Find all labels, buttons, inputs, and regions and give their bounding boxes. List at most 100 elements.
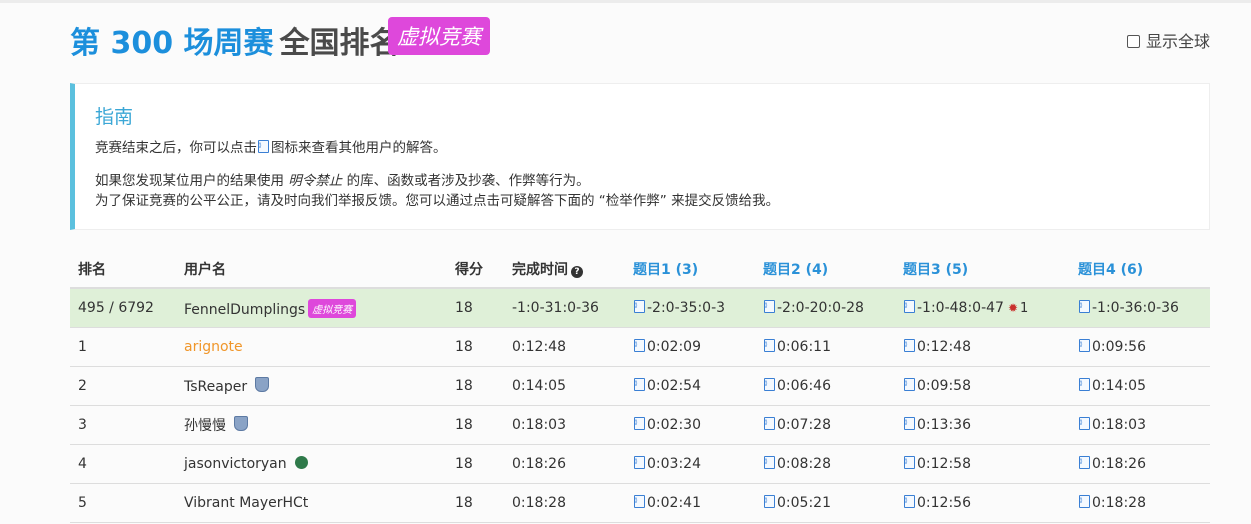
table-row: 2 TsReaper 18 0:14:05 0:02:54 0:06:46 0:…: [70, 366, 1210, 406]
username-link[interactable]: TsReaper: [184, 379, 247, 395]
q3-time: -1:0-48:0-47: [917, 300, 1004, 316]
q4-time: 0:18:28: [1092, 495, 1146, 511]
code-icon[interactable]: [764, 378, 775, 391]
col-q3[interactable]: 题目3 (5): [895, 250, 1070, 289]
q3-cell: 0:09:58: [895, 366, 1070, 406]
username-cell: 孙慢慢: [176, 405, 447, 445]
rank-title: 全国排名: [279, 26, 400, 61]
code-icon[interactable]: [1079, 417, 1090, 430]
bug-icon: ✹: [1007, 301, 1019, 315]
q2-cell: 0:05:21: [755, 483, 895, 523]
col-username: 用户名: [176, 250, 447, 289]
rank-cell: 1: [70, 327, 176, 367]
show-global-toggle[interactable]: 显示全球: [1126, 28, 1210, 52]
q1-cell: 0:03:24: [625, 444, 755, 484]
q2-time: 0:06:11: [777, 339, 831, 355]
q4-time: 0:18:03: [1092, 417, 1146, 433]
shield-icon: [255, 377, 270, 392]
code-icon[interactable]: [764, 495, 775, 508]
code-icon[interactable]: [764, 417, 775, 430]
code-icon[interactable]: [764, 339, 775, 352]
code-icon[interactable]: [764, 300, 775, 313]
col-q4[interactable]: 题目4 (6): [1070, 250, 1210, 289]
guide-paragraph-2: 如果您发现某位用户的结果使用 明令禁止 的库、函数或者涉及抄袭、作弊等行为。 为…: [95, 171, 779, 211]
page-title: 第 300 场周赛 全国排名: [70, 18, 400, 62]
code-icon[interactable]: [904, 300, 915, 313]
contest-title-link[interactable]: 第 300 场周赛: [70, 26, 274, 61]
q1-time: 0:02:41: [647, 495, 701, 511]
col-rank: 排名: [70, 250, 176, 289]
code-icon[interactable]: [1079, 495, 1090, 508]
q4-time: -1:0-36:0-36: [1092, 300, 1179, 316]
q4-cell: 0:18:28: [1070, 483, 1210, 523]
q2-time: 0:07:28: [777, 417, 831, 433]
username-link[interactable]: jasonvictoryan: [184, 456, 287, 472]
ranking-table-container: 排名 用户名 得分 完成时间? 题目1 (3) 题目2 (4) 题目3 (5) …: [70, 250, 1210, 523]
finish-time-cell: -1:0-31:0-36: [504, 288, 625, 328]
code-icon[interactable]: [904, 417, 915, 430]
finish-time-cell: 0:18:26: [504, 444, 625, 484]
score-cell: 18: [447, 483, 504, 523]
finish-time-cell: 0:18:03: [504, 405, 625, 445]
guide-text: 如果您发现某位用户的结果使用: [95, 173, 289, 189]
guide-panel: 指南 竞赛结束之后，你可以点击图标来查看其他用户的解答。 如果您发现某位用户的结…: [70, 83, 1210, 230]
ranking-table: 排名 用户名 得分 完成时间? 题目1 (3) 题目2 (4) 题目3 (5) …: [70, 250, 1210, 523]
table-row: 5 Vibrant MayerHCt 18 0:18:28 0:02:41 0:…: [70, 483, 1210, 523]
code-icon[interactable]: [764, 456, 775, 469]
q1-time: -2:0-35:0-3: [647, 300, 726, 316]
q3-time: 0:12:56: [917, 495, 971, 511]
col-q1[interactable]: 题目1 (3): [625, 250, 755, 289]
q1-time: 0:03:24: [647, 456, 701, 472]
username-cell: TsReaper: [176, 366, 447, 406]
leetcode-badge-icon: [294, 456, 308, 469]
guide-text: 为了保证竞赛的公平公正，请及时向我们举报反馈。您可以通过点击可疑解答下面的 “检…: [95, 193, 780, 209]
q2-cell: 0:07:28: [755, 405, 895, 445]
code-icon[interactable]: [1079, 300, 1090, 313]
finish-time-cell: 0:18:28: [504, 483, 625, 523]
username-link[interactable]: FennelDumplings: [184, 302, 305, 318]
q4-cell: 0:18:03: [1070, 405, 1210, 445]
page-header: 第 300 场周赛 全国排名 虚拟竞赛 显示全球: [70, 16, 1210, 62]
code-icon[interactable]: [904, 378, 915, 391]
code-icon[interactable]: [634, 456, 645, 469]
q1-cell: -2:0-35:0-3: [625, 288, 755, 328]
username-link[interactable]: 孙慢慢: [184, 418, 226, 434]
q4-time: 0:14:05: [1092, 378, 1146, 394]
username-link[interactable]: arignote: [184, 339, 243, 355]
q4-cell: 0:09:56: [1070, 327, 1210, 367]
username-cell: Vibrant MayerHCt: [176, 483, 447, 523]
code-icon[interactable]: [904, 495, 915, 508]
code-icon[interactable]: [634, 300, 645, 313]
q1-cell: 0:02:30: [625, 405, 755, 445]
virtual-contest-badge: 虚拟竞赛: [388, 17, 490, 55]
score-cell: 18: [447, 327, 504, 367]
code-icon[interactable]: [1079, 456, 1090, 469]
username-link[interactable]: Vibrant MayerHCt: [184, 495, 308, 511]
code-icon[interactable]: [1079, 378, 1090, 391]
q1-cell: 0:02:09: [625, 327, 755, 367]
q3-time: 0:12:48: [917, 339, 971, 355]
code-icon[interactable]: [1079, 339, 1090, 352]
table-row: 3 孙慢慢 18 0:18:03 0:02:30 0:07:28 0:13:36…: [70, 405, 1210, 445]
q3-time: 0:12:58: [917, 456, 971, 472]
q3-cell: 0:12:48: [895, 327, 1070, 367]
code-icon[interactable]: [634, 417, 645, 430]
q1-cell: 0:02:41: [625, 483, 755, 523]
code-icon[interactable]: [904, 456, 915, 469]
table-row: 1 arignote 18 0:12:48 0:02:09 0:06:11 0:…: [70, 327, 1210, 367]
prohibited-link[interactable]: 明令禁止: [288, 173, 342, 189]
show-global-checkbox[interactable]: [1126, 35, 1140, 48]
question-icon[interactable]: ?: [571, 265, 583, 278]
code-icon[interactable]: [634, 495, 645, 508]
code-icon[interactable]: [634, 339, 645, 352]
rank-cell: 2: [70, 366, 176, 406]
code-icon: [258, 140, 269, 153]
q4-cell: -1:0-36:0-36: [1070, 288, 1210, 328]
rank-cell: 4: [70, 444, 176, 484]
code-icon[interactable]: [904, 339, 915, 352]
username-cell: jasonvictoryan: [176, 444, 447, 484]
my-rank-row: 495 / 6792 FennelDumplings 虚拟竞赛 18 -1:0-3…: [70, 288, 1210, 328]
wrong-attempts-count: 1: [1020, 301, 1029, 316]
code-icon[interactable]: [634, 378, 645, 391]
col-q2[interactable]: 题目2 (4): [755, 250, 895, 289]
